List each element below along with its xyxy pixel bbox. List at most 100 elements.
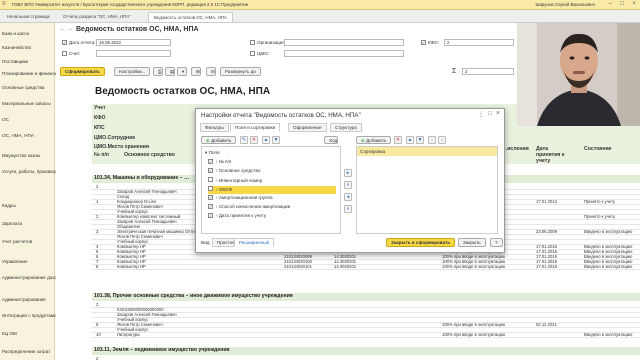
row-divider bbox=[92, 337, 640, 338]
field-checkbox[interactable]: ✓ bbox=[208, 213, 213, 218]
table-cell: 9 bbox=[96, 322, 99, 327]
view-label: Вид: bbox=[201, 240, 211, 245]
sort-up-icon[interactable]: ▲ bbox=[406, 136, 414, 144]
tab-appearance[interactable]: Оформление bbox=[288, 123, 327, 132]
tab-reports[interactable]: Отчеты раздела "ОС, НМА, НПА" bbox=[58, 12, 136, 22]
sum-field[interactable]: 2 bbox=[462, 68, 514, 75]
account-field[interactable] bbox=[96, 50, 171, 57]
field-checkbox[interactable]: ✓ bbox=[208, 204, 213, 209]
sidebar-item-salary[interactable]: Зарплата bbox=[2, 221, 22, 226]
sidebar-item-materials[interactable]: Материальные запасы bbox=[2, 101, 51, 106]
app-menu-icon[interactable]: ≡ bbox=[2, 1, 6, 7]
edit-icon[interactable]: ✎ bbox=[240, 136, 248, 144]
settings-button[interactable]: Настройки... bbox=[114, 67, 151, 76]
sort-dropdown[interactable]: Ход bbox=[324, 136, 338, 144]
org-checkbox[interactable] bbox=[250, 40, 255, 45]
row-divider bbox=[92, 307, 640, 308]
forward-arrow-icon[interactable]: → bbox=[67, 26, 73, 32]
tree-root[interactable]: ▾ Поля bbox=[205, 150, 220, 156]
add-sort-button[interactable]: ⊕ Добавить bbox=[356, 136, 392, 144]
field-item[interactable]: ✓ › Основное средство bbox=[208, 168, 336, 176]
sidebar-item-treasury-property[interactable]: Имущество казны bbox=[2, 153, 40, 158]
sidebar-item-personnel[interactable]: Кадры bbox=[2, 203, 16, 208]
remove-from-sort-icon[interactable]: ◂ bbox=[344, 193, 352, 201]
field-item[interactable]: › Инвентарный номер bbox=[208, 177, 336, 185]
sidebar-item-os-nma-npa[interactable]: ОС, НМА, НПА bbox=[2, 133, 34, 138]
date-checkbox[interactable]: ✓ bbox=[62, 40, 67, 45]
account-checkbox[interactable] bbox=[62, 51, 67, 56]
field-item[interactable]: ✓ › Дата принятия к учету bbox=[208, 213, 336, 221]
cmo-field[interactable] bbox=[284, 50, 404, 57]
field-checkbox[interactable]: ✓ bbox=[208, 168, 213, 173]
add-to-sort-icon[interactable]: ▸ bbox=[344, 169, 352, 177]
save-icon[interactable]: ▤ bbox=[165, 67, 175, 76]
table-cell: Введено в эксплуатацию bbox=[584, 264, 633, 269]
field-label: № п/п bbox=[218, 159, 232, 164]
expand-icon[interactable]: ⊞ bbox=[191, 67, 201, 76]
field-item[interactable]: › ОКОФ bbox=[208, 186, 336, 194]
sidebar-item-suppliers[interactable]: Поставщики bbox=[2, 59, 28, 64]
org-field[interactable] bbox=[284, 39, 404, 46]
tab-structure[interactable]: Структура bbox=[330, 123, 362, 132]
expand-to-button[interactable]: Развернуть до bbox=[220, 67, 261, 76]
minimize-icon[interactable]: – bbox=[609, 1, 612, 7]
tab-current-report[interactable]: Ведомость остатков ОС, НМА, НПА bbox=[148, 12, 233, 22]
field-item[interactable]: ✓ › Способ начисления амортизации bbox=[208, 204, 336, 212]
remove-all-icon[interactable]: « bbox=[344, 205, 352, 213]
back-arrow-icon[interactable]: ← bbox=[60, 26, 66, 32]
more-icon[interactable]: ⋮ bbox=[478, 111, 484, 118]
field-checkbox[interactable]: ✓ bbox=[208, 159, 213, 164]
tab-home[interactable]: Начальная страница bbox=[2, 12, 54, 22]
sidebar-item-cost-distribution[interactable]: Распределение затрат bbox=[2, 349, 50, 354]
collapse-icon[interactable]: ⊟ bbox=[206, 67, 216, 76]
sidebar-item-settlements[interactable]: Учет расчетов bbox=[2, 239, 32, 244]
sidebar-item-treasury[interactable]: Казначейство bbox=[2, 45, 31, 50]
print-icon[interactable]: ⎙ bbox=[153, 67, 163, 76]
close-icon[interactable]: × bbox=[496, 110, 500, 117]
maximize-icon[interactable]: □ bbox=[488, 111, 492, 117]
maximize-icon[interactable]: □ bbox=[620, 1, 624, 7]
add-all-icon[interactable]: » bbox=[344, 181, 352, 189]
help-button[interactable]: ? bbox=[490, 238, 503, 247]
user-name[interactable]: Шарунов Сергей Васильевич bbox=[535, 2, 595, 7]
close-button[interactable]: Закрыть bbox=[458, 238, 486, 247]
field-checkbox[interactable]: ✓ bbox=[208, 195, 213, 200]
delete-sort-icon[interactable]: ✕ bbox=[394, 136, 402, 144]
add-field-button[interactable]: ⊕ Добавить bbox=[201, 136, 237, 144]
kfo-field[interactable]: 2 bbox=[444, 39, 514, 46]
close-and-generate-button[interactable]: Закрыть и сформировать bbox=[386, 238, 456, 247]
dropdown-icon[interactable]: ▾ bbox=[177, 67, 187, 76]
tab-fields-sorts[interactable]: Поля и сортировки bbox=[230, 123, 281, 132]
sort-asc-icon[interactable]: ↑ bbox=[428, 136, 436, 144]
tab-bar: Начальная страница Отчеты раздела "ОС, Н… bbox=[0, 10, 640, 23]
sidebar: Банк и касса Казначейство Поставщики Пла… bbox=[0, 23, 80, 360]
sort-desc-icon[interactable]: ↓ bbox=[438, 136, 446, 144]
group-row[interactable]: 103.11, Земля – недвижимое имущество учр… bbox=[92, 347, 640, 355]
table-cell: 1 bbox=[96, 199, 99, 204]
kfo-checkbox[interactable]: ✓ bbox=[421, 40, 426, 45]
field-label: Дата принятия к учету bbox=[218, 213, 267, 218]
field-checkbox[interactable] bbox=[208, 186, 213, 191]
date-field[interactable]: 16.05.2022 bbox=[96, 39, 171, 46]
sort-down-icon[interactable]: ▼ bbox=[416, 136, 424, 144]
move-up-icon[interactable]: ▲ bbox=[262, 136, 270, 144]
field-checkbox[interactable] bbox=[208, 177, 213, 182]
generate-button[interactable]: Сформировать bbox=[60, 67, 105, 76]
sidebar-item-bank[interactable]: Банк и касса bbox=[2, 31, 29, 36]
cmo-checkbox[interactable] bbox=[250, 51, 255, 56]
sidebar-item-kc-om[interactable]: КЦ ОМ bbox=[2, 331, 17, 336]
close-icon[interactable]: × bbox=[632, 1, 636, 7]
group-row[interactable]: 101.38, Прочие основные средства – иное … bbox=[92, 293, 640, 301]
meta-row: КПС bbox=[94, 125, 105, 131]
field-item[interactable]: ✓ › № п/п bbox=[208, 159, 336, 167]
delete-icon[interactable]: ✕ bbox=[250, 136, 258, 144]
view-advanced[interactable]: Расширенный bbox=[234, 238, 275, 247]
sidebar-item-management[interactable]: Управление bbox=[2, 259, 28, 264]
sidebar-item-fixed-assets[interactable]: Основные средства bbox=[2, 85, 44, 90]
sidebar-item-administration[interactable]: Администрирование bbox=[2, 297, 46, 302]
field-item[interactable]: ✓ › Амортизационная группа bbox=[208, 195, 336, 203]
move-down-icon[interactable]: ▼ bbox=[272, 136, 280, 144]
sidebar-item-os[interactable]: ОС bbox=[2, 117, 9, 122]
row-divider bbox=[92, 317, 640, 318]
tab-filters[interactable]: Фильтры bbox=[200, 123, 229, 132]
